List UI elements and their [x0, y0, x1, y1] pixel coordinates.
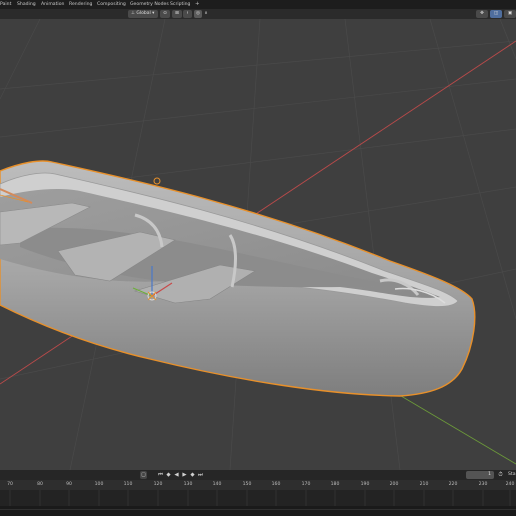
timeline-track-area[interactable]	[0, 490, 516, 506]
timeline-ruler[interactable]: 70 80 90 100 110 120 130 140 150 160 170…	[0, 480, 516, 490]
snap-target-button[interactable]: ⁞	[183, 10, 192, 18]
workspace-tab-bar: Paint Shading Animation Rendering Compos…	[0, 0, 516, 9]
viewport-canvas[interactable]	[0, 19, 516, 470]
ruler-tick: 160	[271, 482, 281, 487]
play-reverse-button[interactable]: ◀	[173, 471, 180, 479]
ruler-tick: 170	[301, 482, 311, 487]
ruler-tick: 230	[478, 482, 488, 487]
ruler-tick: 220	[448, 482, 458, 487]
ruler-tick: 190	[360, 482, 370, 487]
ruler-tick: 80	[37, 482, 43, 487]
current-frame-field[interactable]: 1	[466, 471, 494, 479]
timeline-header: ◻ ⏮ ◆ ◀ ▶ ◆ ⏭ 1 ⏱ Sta	[0, 470, 516, 480]
overlay-toggle[interactable]: ◫	[490, 10, 502, 18]
falloff-button[interactable]: ∧	[203, 10, 209, 18]
ruler-tick: 140	[212, 482, 222, 487]
jump-start-button[interactable]: ⏮	[157, 471, 164, 479]
transform-orientation-dropdown[interactable]: ⊥ Global ▾	[128, 10, 158, 18]
3d-viewport[interactable]	[0, 19, 516, 470]
auto-keying-button[interactable]: ⏱	[497, 471, 504, 479]
stopwatch-icon: ⏱	[498, 472, 503, 478]
viewport-header: ⊥ Global ▾ ⊙ ⊞ ⁞ ◎ ∧ ✥ ◫ ▣	[0, 9, 516, 19]
keyframe-toggle[interactable]: ◻	[140, 471, 147, 479]
add-workspace-button[interactable]: +	[195, 1, 200, 8]
gizmo-arrows-icon: ✥	[480, 11, 484, 16]
ruler-tick: 200	[389, 482, 399, 487]
next-keyframe-button[interactable]: ◆	[189, 471, 196, 479]
ruler-tick: 90	[66, 482, 72, 487]
tab-geometry-nodes[interactable]: Geometry Nodes	[130, 1, 169, 8]
ruler-tick: 150	[242, 482, 252, 487]
ruler-tick: 240	[505, 482, 515, 487]
tab-rendering[interactable]: Rendering	[69, 1, 92, 8]
ruler-tick: 70	[7, 482, 13, 487]
overlay-icon: ◫	[493, 11, 499, 16]
tab-animation[interactable]: Animation	[41, 1, 64, 8]
jump-start-icon: ⏮	[158, 472, 163, 478]
next-keyframe-icon: ◆	[190, 472, 195, 478]
boat-object[interactable]	[0, 160, 476, 397]
falloff-icon: ∧	[204, 11, 208, 16]
transform-pivot-button[interactable]: ⊙	[160, 10, 170, 18]
play-icon: ▶	[182, 472, 187, 478]
xray-toggle[interactable]: ▣	[504, 10, 516, 18]
oarlock-ring	[153, 177, 161, 185]
prev-keyframe-button[interactable]: ◆	[165, 471, 172, 479]
prev-keyframe-icon: ◆	[166, 472, 171, 478]
snap-icon: ⊞	[175, 11, 179, 16]
tab-scripting[interactable]: Scripting	[170, 1, 190, 8]
transform-pivot-icon: ⊙	[163, 11, 167, 16]
status-bar	[0, 506, 516, 516]
jump-end-button[interactable]: ⏭	[197, 471, 204, 479]
ruler-tick: 120	[153, 482, 163, 487]
jump-end-icon: ⏭	[198, 472, 203, 478]
ruler-tick: 130	[183, 482, 193, 487]
snap-button[interactable]: ⊞	[172, 10, 182, 18]
snap-target-icon: ⁞	[186, 11, 189, 16]
ruler-tick: 110	[123, 482, 133, 487]
ruler-tick: 210	[419, 482, 429, 487]
ruler-tick: 180	[330, 482, 340, 487]
ruler-tick: 100	[94, 482, 104, 487]
xray-icon: ▣	[507, 11, 513, 16]
timeline-grid	[9, 490, 511, 506]
tab-shading[interactable]: Shading	[17, 1, 36, 8]
tab-compositing[interactable]: Compositing	[97, 1, 126, 8]
keyframe-icon: ◻	[141, 472, 146, 478]
view-gizmo-toggle[interactable]: ✥	[476, 10, 488, 18]
proportional-edit-button[interactable]: ◎	[194, 10, 202, 18]
orientation-label: Global	[136, 11, 151, 16]
status-divider	[0, 509, 516, 510]
play-reverse-icon: ◀	[174, 472, 179, 478]
tab-paint[interactable]: Paint	[0, 1, 11, 8]
chevron-down-icon: ▾	[150, 11, 155, 16]
proportional-edit-icon: ◎	[196, 11, 200, 16]
play-button[interactable]: ▶	[181, 471, 188, 479]
start-frame-label[interactable]: Sta	[508, 471, 516, 478]
